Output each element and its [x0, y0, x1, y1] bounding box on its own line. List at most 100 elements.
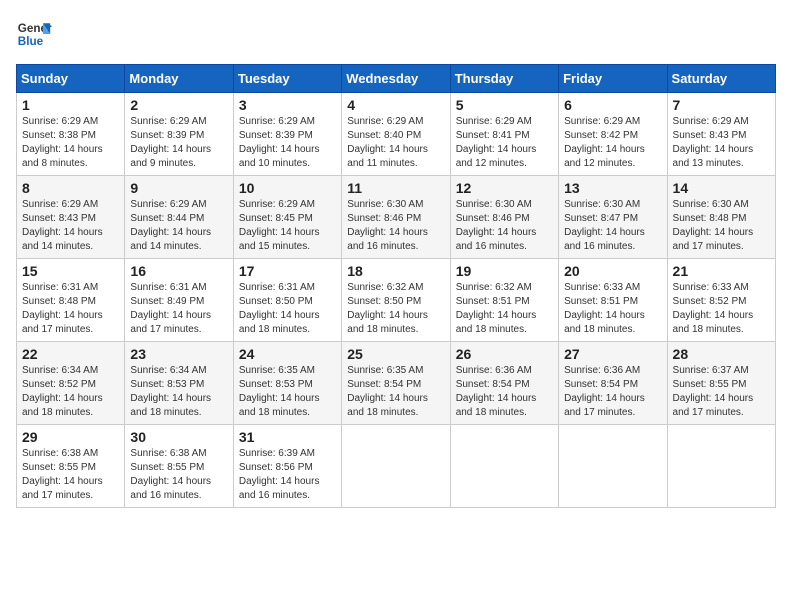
calendar-cell: 6 Sunrise: 6:29 AMSunset: 8:42 PMDaylight… — [559, 93, 667, 176]
day-number: 7 — [673, 97, 770, 113]
calendar-cell — [342, 425, 450, 508]
day-info: Sunrise: 6:31 AMSunset: 8:49 PMDaylight:… — [130, 281, 227, 337]
weekday-header-thursday: Thursday — [450, 65, 558, 93]
calendar-cell — [667, 425, 775, 508]
logo-icon: General Blue — [16, 16, 52, 52]
day-info: Sunrise: 6:34 AMSunset: 8:52 PMDaylight:… — [22, 364, 119, 420]
calendar-week-3: 15Sunrise: 6:31 AMSunset: 8:48 PMDayligh… — [17, 259, 776, 342]
day-info: Sunrise: 6:31 AMSunset: 8:50 PMDaylight:… — [239, 281, 336, 337]
calendar-week-1: 1Sunrise: 6:29 AMSunset: 8:38 PMDaylight… — [17, 93, 776, 176]
day-info: Sunrise: 6:33 AMSunset: 8:52 PMDaylight:… — [673, 281, 770, 337]
weekday-header-tuesday: Tuesday — [233, 65, 341, 93]
day-number: 18 — [347, 263, 444, 279]
calendar-cell: 15Sunrise: 6:31 AMSunset: 8:48 PMDayligh… — [17, 259, 125, 342]
day-info: Sunrise: 6:32 AMSunset: 8:50 PMDaylight:… — [347, 281, 444, 337]
calendar-cell: 30 Sunrise: 6:38 AMSunset: 8:55 PMDayligh… — [125, 425, 233, 508]
calendar-cell: 1Sunrise: 6:29 AMSunset: 8:38 PMDaylight… — [17, 93, 125, 176]
calendar-cell: 16 Sunrise: 6:31 AMSunset: 8:49 PMDayligh… — [125, 259, 233, 342]
calendar-cell: 2Sunrise: 6:29 AMSunset: 8:39 PMDaylight… — [125, 93, 233, 176]
calendar-cell: 22 Sunrise: 6:34 AMSunset: 8:52 PMDayligh… — [17, 342, 125, 425]
day-info: Sunrise: 6:29 AMSunset: 8:42 PMDaylight:… — [564, 115, 661, 171]
day-number: 6 — [564, 97, 661, 113]
weekday-header-wednesday: Wednesday — [342, 65, 450, 93]
day-number: 20 — [564, 263, 661, 279]
day-number: 8 — [22, 180, 119, 196]
calendar-week-2: 8 Sunrise: 6:29 AMSunset: 8:43 PMDaylight… — [17, 176, 776, 259]
day-info: Sunrise: 6:29 AMSunset: 8:45 PMDaylight:… — [239, 198, 336, 254]
calendar-cell: 3 Sunrise: 6:29 AMSunset: 8:39 PMDaylight… — [233, 93, 341, 176]
day-number: 31 — [239, 429, 336, 445]
day-number: 11 — [347, 180, 444, 196]
weekday-header-friday: Friday — [559, 65, 667, 93]
day-info: Sunrise: 6:29 AMSunset: 8:39 PMDaylight:… — [130, 115, 227, 171]
day-number: 13 — [564, 180, 661, 196]
day-info: Sunrise: 6:36 AMSunset: 8:54 PMDaylight:… — [564, 364, 661, 420]
calendar-cell: 20Sunrise: 6:33 AMSunset: 8:51 PMDayligh… — [559, 259, 667, 342]
calendar-week-4: 22 Sunrise: 6:34 AMSunset: 8:52 PMDayligh… — [17, 342, 776, 425]
day-number: 26 — [456, 346, 553, 362]
weekday-header-saturday: Saturday — [667, 65, 775, 93]
calendar-cell: 5 Sunrise: 6:29 AMSunset: 8:41 PMDaylight… — [450, 93, 558, 176]
calendar-cell: 10 Sunrise: 6:29 AMSunset: 8:45 PMDayligh… — [233, 176, 341, 259]
day-info: Sunrise: 6:30 AMSunset: 8:46 PMDaylight:… — [456, 198, 553, 254]
calendar-cell: 25 Sunrise: 6:35 AMSunset: 8:54 PMDayligh… — [342, 342, 450, 425]
weekday-header-monday: Monday — [125, 65, 233, 93]
day-info: Sunrise: 6:34 AMSunset: 8:53 PMDaylight:… — [130, 364, 227, 420]
svg-text:Blue: Blue — [18, 35, 44, 48]
day-info: Sunrise: 6:29 AMSunset: 8:43 PMDaylight:… — [22, 198, 119, 254]
day-info: Sunrise: 6:29 AMSunset: 8:40 PMDaylight:… — [347, 115, 444, 171]
header: General Blue — [16, 16, 776, 52]
day-info: Sunrise: 6:35 AMSunset: 8:54 PMDaylight:… — [347, 364, 444, 420]
calendar-week-5: 29Sunrise: 6:38 AMSunset: 8:55 PMDayligh… — [17, 425, 776, 508]
day-info: Sunrise: 6:29 AMSunset: 8:43 PMDaylight:… — [673, 115, 770, 171]
calendar-table: SundayMondayTuesdayWednesdayThursdayFrid… — [16, 64, 776, 508]
calendar-cell: 29Sunrise: 6:38 AMSunset: 8:55 PMDayligh… — [17, 425, 125, 508]
day-info: Sunrise: 6:29 AMSunset: 8:39 PMDaylight:… — [239, 115, 336, 171]
day-number: 14 — [673, 180, 770, 196]
calendar-cell: 13Sunrise: 6:30 AMSunset: 8:47 PMDayligh… — [559, 176, 667, 259]
day-info: Sunrise: 6:29 AMSunset: 8:41 PMDaylight:… — [456, 115, 553, 171]
day-info: Sunrise: 6:36 AMSunset: 8:54 PMDaylight:… — [456, 364, 553, 420]
day-number: 28 — [673, 346, 770, 362]
calendar-cell: 24 Sunrise: 6:35 AMSunset: 8:53 PMDayligh… — [233, 342, 341, 425]
day-number: 24 — [239, 346, 336, 362]
day-number: 1 — [22, 97, 119, 113]
day-info: Sunrise: 6:29 AMSunset: 8:44 PMDaylight:… — [130, 198, 227, 254]
calendar-cell: 9 Sunrise: 6:29 AMSunset: 8:44 PMDaylight… — [125, 176, 233, 259]
day-number: 22 — [22, 346, 119, 362]
day-number: 15 — [22, 263, 119, 279]
day-number: 4 — [347, 97, 444, 113]
day-info: Sunrise: 6:32 AMSunset: 8:51 PMDaylight:… — [456, 281, 553, 337]
calendar-cell: 27Sunrise: 6:36 AMSunset: 8:54 PMDayligh… — [559, 342, 667, 425]
weekday-header-sunday: Sunday — [17, 65, 125, 93]
day-number: 9 — [130, 180, 227, 196]
day-number: 25 — [347, 346, 444, 362]
calendar-cell: 12 Sunrise: 6:30 AMSunset: 8:46 PMDayligh… — [450, 176, 558, 259]
calendar-cell: 23Sunrise: 6:34 AMSunset: 8:53 PMDayligh… — [125, 342, 233, 425]
day-info: Sunrise: 6:38 AMSunset: 8:55 PMDaylight:… — [22, 447, 119, 503]
day-number: 12 — [456, 180, 553, 196]
day-number: 10 — [239, 180, 336, 196]
day-number: 30 — [130, 429, 227, 445]
day-number: 5 — [456, 97, 553, 113]
day-number: 3 — [239, 97, 336, 113]
calendar-cell: 11 Sunrise: 6:30 AMSunset: 8:46 PMDayligh… — [342, 176, 450, 259]
day-number: 16 — [130, 263, 227, 279]
calendar-cell: 14Sunrise: 6:30 AMSunset: 8:48 PMDayligh… — [667, 176, 775, 259]
calendar-cell: 7 Sunrise: 6:29 AMSunset: 8:43 PMDaylight… — [667, 93, 775, 176]
day-info: Sunrise: 6:38 AMSunset: 8:55 PMDaylight:… — [130, 447, 227, 503]
calendar-cell: 31 Sunrise: 6:39 AMSunset: 8:56 PMDayligh… — [233, 425, 341, 508]
day-info: Sunrise: 6:30 AMSunset: 8:46 PMDaylight:… — [347, 198, 444, 254]
weekday-header-row: SundayMondayTuesdayWednesdayThursdayFrid… — [17, 65, 776, 93]
calendar-cell — [450, 425, 558, 508]
day-info: Sunrise: 6:39 AMSunset: 8:56 PMDaylight:… — [239, 447, 336, 503]
day-info: Sunrise: 6:37 AMSunset: 8:55 PMDaylight:… — [673, 364, 770, 420]
calendar-cell: 26 Sunrise: 6:36 AMSunset: 8:54 PMDayligh… — [450, 342, 558, 425]
day-number: 17 — [239, 263, 336, 279]
day-info: Sunrise: 6:35 AMSunset: 8:53 PMDaylight:… — [239, 364, 336, 420]
calendar-cell: 17 Sunrise: 6:31 AMSunset: 8:50 PMDayligh… — [233, 259, 341, 342]
day-number: 21 — [673, 263, 770, 279]
calendar-cell: 28 Sunrise: 6:37 AMSunset: 8:55 PMDayligh… — [667, 342, 775, 425]
calendar-cell: 8 Sunrise: 6:29 AMSunset: 8:43 PMDaylight… — [17, 176, 125, 259]
calendar-cell: 21 Sunrise: 6:33 AMSunset: 8:52 PMDayligh… — [667, 259, 775, 342]
